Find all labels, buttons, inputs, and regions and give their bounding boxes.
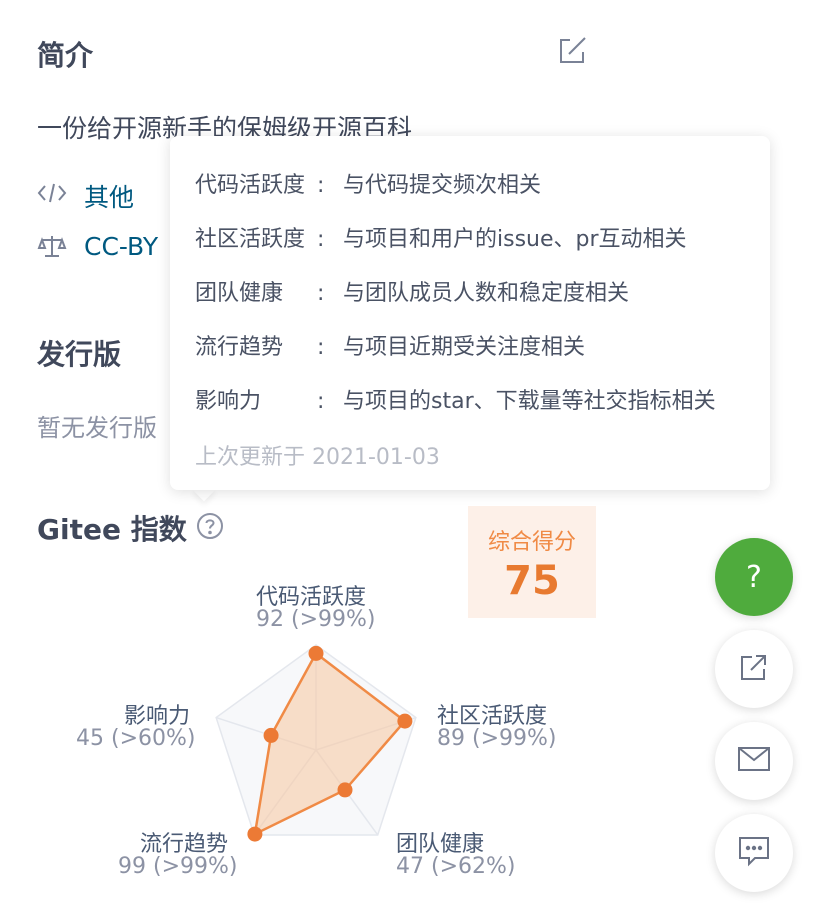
- mail-icon: [737, 746, 771, 776]
- axis-value-team-health: 47 (>62%): [396, 854, 516, 879]
- tooltip-sep: :: [317, 389, 325, 414]
- tooltip-key: 代码活跃度: [195, 173, 306, 198]
- mail-button[interactable]: [715, 722, 793, 800]
- radar-point: [337, 782, 353, 798]
- axis-value-influence: 45 (>60%): [76, 726, 196, 751]
- radar-point: [308, 645, 324, 661]
- help-button[interactable]: ?: [715, 538, 793, 616]
- tooltip-updated-text: 上次更新于 2021-01-03: [195, 445, 440, 470]
- tooltip-key: 影响力: [195, 389, 262, 414]
- tooltip-value: 与项目的star、下载量等社交指标相关: [343, 389, 716, 414]
- tooltip-key: 流行趋势: [195, 335, 284, 360]
- radar-point: [397, 713, 413, 729]
- tooltip-sep: :: [317, 227, 325, 252]
- chat-button[interactable]: [715, 814, 793, 892]
- tooltip-key: 团队健康: [195, 281, 284, 306]
- tooltip-row: 团队健康: 与团队成员人数和稳定度相关: [195, 275, 629, 307]
- tooltip-sep: :: [317, 335, 325, 360]
- share-button[interactable]: [715, 630, 793, 708]
- tooltip-key: 社区活跃度: [195, 227, 306, 252]
- axis-value-code-activity: 92 (>99%): [256, 607, 376, 632]
- share-icon: [737, 650, 771, 688]
- tooltip-value: 与项目和用户的issue、pr互动相关: [343, 227, 687, 252]
- axis-value-popularity-trend: 99 (>99%): [118, 854, 238, 879]
- help-button-label: ?: [746, 559, 762, 595]
- radar-point: [263, 727, 279, 743]
- tooltip-value: 与代码提交频次相关: [343, 173, 542, 198]
- tooltip-row: 社区活跃度: 与项目和用户的issue、pr互动相关: [195, 221, 687, 253]
- tooltip-sep: :: [317, 281, 325, 306]
- tooltip-value: 与团队成员人数和稳定度相关: [343, 281, 630, 306]
- radar-point: [247, 826, 263, 842]
- tooltip-value: 与项目近期受关注度相关: [343, 335, 586, 360]
- tooltip-row: 流行趋势: 与项目近期受关注度相关: [195, 329, 585, 361]
- axis-value-community-activity: 89 (>99%): [437, 726, 557, 751]
- gitee-index-tooltip: 代码活跃度: 与代码提交频次相关 社区活跃度: 与项目和用户的issue、pr互动相…: [170, 136, 770, 490]
- tooltip-row: 影响力: 与项目的star、下载量等社交指标相关: [195, 383, 716, 415]
- tooltip-sep: :: [317, 173, 325, 198]
- tooltip-row: 代码活跃度: 与代码提交频次相关: [195, 167, 541, 199]
- chat-icon: [737, 835, 771, 871]
